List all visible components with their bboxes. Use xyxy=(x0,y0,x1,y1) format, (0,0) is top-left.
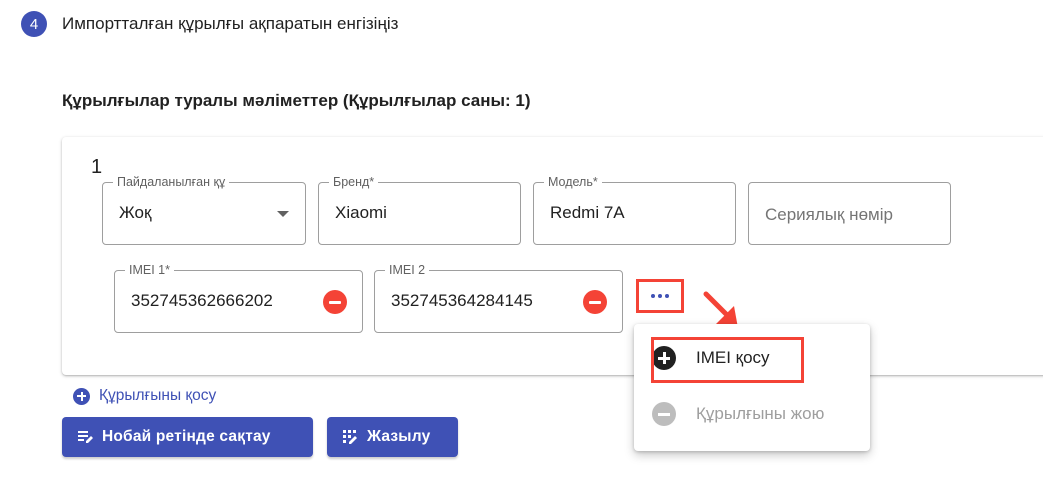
menu-item-remove-device-label: Құрылғыны жою xyxy=(696,404,825,423)
serial-number-field[interactable]: Сериялық нөмір xyxy=(748,182,951,245)
model-field-value: Redmi 7A xyxy=(550,203,625,222)
imei1-field[interactable]: IMEI 1* 352745362666202 xyxy=(114,263,363,333)
submit-button[interactable]: Жазылу xyxy=(327,417,458,457)
brand-field-value: Xiaomi xyxy=(335,203,387,222)
save-template-label: Нобай ретінде сақтау xyxy=(102,428,271,445)
edit-note-icon xyxy=(78,431,93,443)
device-index: 1 xyxy=(91,156,103,178)
imei2-field-value: 352745364284145 xyxy=(391,291,533,310)
add-circle-icon xyxy=(73,387,90,405)
add-device-link[interactable]: Құрылғыны қосу xyxy=(73,387,216,405)
section-title: Құрылғылар туралы мәліметтер (Құрылғылар… xyxy=(62,91,531,110)
more-options-button[interactable] xyxy=(636,279,684,313)
model-field-label: Модель* xyxy=(544,175,602,189)
used-select-value: Жоқ xyxy=(119,203,152,222)
imei1-field-value: 352745362666202 xyxy=(131,291,273,310)
save-template-button[interactable]: Нобай ретінде сақтау xyxy=(62,417,313,457)
grid-edit-icon xyxy=(343,430,357,444)
more-dots-icon xyxy=(651,294,655,298)
add-device-label: Құрылғыны қосу xyxy=(99,387,217,404)
chevron-down-icon xyxy=(277,211,289,217)
brand-field[interactable]: Бренд* Xiaomi xyxy=(318,175,521,245)
model-field[interactable]: Модель* Redmi 7A xyxy=(533,175,736,245)
annotation-highlight-box xyxy=(651,337,804,383)
imei2-field-label: IMEI 2 xyxy=(385,263,430,277)
menu-item-remove-device[interactable]: Құрылғыны жою xyxy=(652,402,824,426)
more-dots-icon-dot xyxy=(665,294,669,298)
brand-field-label: Бренд* xyxy=(329,175,379,189)
used-select[interactable]: Пайдаланылған құ Жоқ xyxy=(102,175,306,245)
remove-imei1-icon[interactable] xyxy=(323,290,347,314)
more-dots-icon-dot xyxy=(658,294,662,298)
remove-circle-icon xyxy=(652,402,676,426)
serial-number-placeholder: Сериялық нөмір xyxy=(765,205,893,224)
imei1-field-label: IMEI 1* xyxy=(125,263,174,277)
step-title: Импортталған құрылғы ақпаратын енгізіңіз xyxy=(62,14,399,33)
imei2-field[interactable]: IMEI 2 352745364284145 xyxy=(374,263,623,333)
submit-label: Жазылу xyxy=(367,428,431,445)
step-number-badge: 4 xyxy=(21,11,47,37)
device-card: 1 Пайдаланылған құ Жоқ Бренд* Xiaomi Мод… xyxy=(62,137,1043,375)
used-select-label: Пайдаланылған құ xyxy=(113,175,230,189)
remove-imei2-icon[interactable] xyxy=(583,290,607,314)
